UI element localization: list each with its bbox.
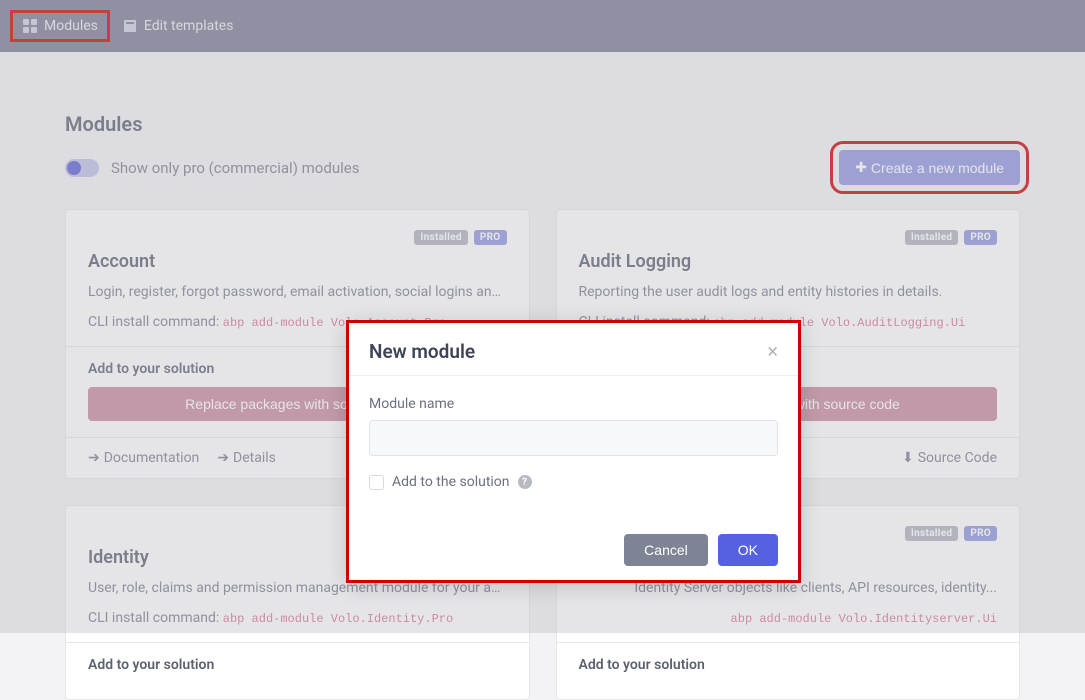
add-to-solution-title: Add to your solution — [88, 657, 507, 673]
modal-title: New module — [369, 340, 475, 363]
add-to-solution-checkbox[interactable] — [369, 475, 384, 490]
new-module-modal: New module × Module name Add to the solu… — [346, 320, 801, 583]
help-icon[interactable]: ? — [518, 475, 532, 489]
module-name-label: Module name — [369, 396, 778, 412]
add-to-solution-title: Add to your solution — [579, 657, 998, 673]
ok-button[interactable]: OK — [718, 534, 778, 566]
cancel-button[interactable]: Cancel — [624, 534, 708, 566]
checkbox-label: Add to the solution — [392, 474, 510, 490]
module-name-input[interactable] — [369, 420, 778, 456]
close-icon[interactable]: × — [767, 339, 778, 363]
